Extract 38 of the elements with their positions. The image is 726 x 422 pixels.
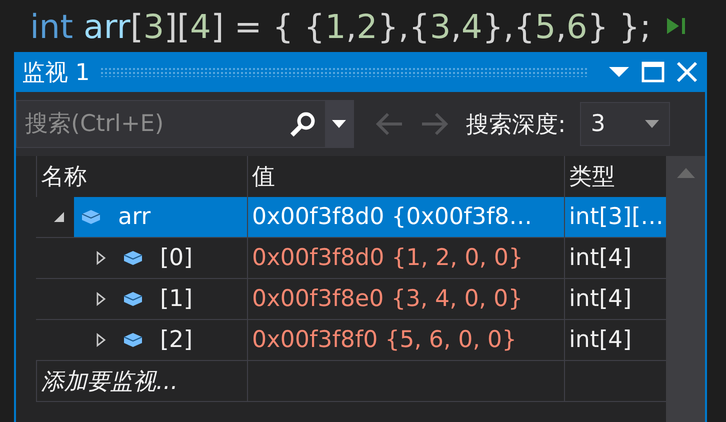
caret-icon xyxy=(644,120,659,128)
variable-name: [0] xyxy=(160,245,193,271)
search-icon[interactable] xyxy=(289,110,317,138)
search-bar[interactable]: 搜索(Ctrl+E) xyxy=(16,100,354,148)
watch-row[interactable]: arr 0x00f3f8d0 {0x00f3f8… int[3][… xyxy=(16,197,666,238)
watch-row[interactable]: [1] 0x00f3f8e0 {3, 4, 0, 0} int[4] xyxy=(16,279,666,320)
maximize-icon[interactable] xyxy=(641,61,665,83)
panel-title: 监视 1 xyxy=(22,58,90,88)
variable-icon xyxy=(122,290,144,308)
variable-icon xyxy=(122,249,144,267)
grip-pattern[interactable] xyxy=(100,67,587,77)
close-icon[interactable] xyxy=(675,60,699,84)
collapsed-arrow-icon[interactable] xyxy=(96,251,106,265)
variable-name: arr xyxy=(118,204,151,230)
search-options-dropdown[interactable] xyxy=(325,101,353,147)
search-depth-label: 搜索深度: xyxy=(466,110,566,140)
vertical-scrollbar[interactable] xyxy=(666,156,705,422)
variable-name: [2] xyxy=(160,327,193,353)
value-cell: 0x00f3f8f0 {5, 6, 0, 0} xyxy=(247,320,564,361)
value-cell: 0x00f3f8e0 {3, 4, 0, 0} xyxy=(247,279,564,320)
type-cell: int[3][… xyxy=(564,197,666,238)
expanded-arrow-icon[interactable] xyxy=(53,211,65,223)
add-watch-field[interactable]: 添加要监视... xyxy=(36,361,247,402)
variable-name: [1] xyxy=(160,286,193,312)
variable-icon xyxy=(80,208,102,226)
dropdown-icon[interactable] xyxy=(607,65,631,79)
watch-row[interactable]: [2] 0x00f3f8f0 {5, 6, 0, 0} int[4] xyxy=(16,320,666,361)
watch-row[interactable]: [0] 0x00f3f8d0 {1, 2, 0, 0} int[4] xyxy=(16,238,666,279)
collapsed-arrow-icon[interactable] xyxy=(96,333,106,347)
search-depth-dropdown[interactable]: 3 xyxy=(580,102,670,146)
variable-icon xyxy=(122,331,144,349)
caret-icon xyxy=(332,120,346,128)
value-cell: 0x00f3f8d0 {1, 2, 0, 0} xyxy=(247,238,564,279)
collapsed-arrow-icon[interactable] xyxy=(96,292,106,306)
code-line: int arr[3][4] = { {1,2},{3,4},{5,6} }; xyxy=(0,0,726,52)
search-field[interactable]: 搜索(Ctrl+E) xyxy=(17,110,281,138)
run-to-click-icon[interactable] xyxy=(665,15,688,37)
value-cell: 0x00f3f8d0 {0x00f3f8… xyxy=(247,197,564,238)
